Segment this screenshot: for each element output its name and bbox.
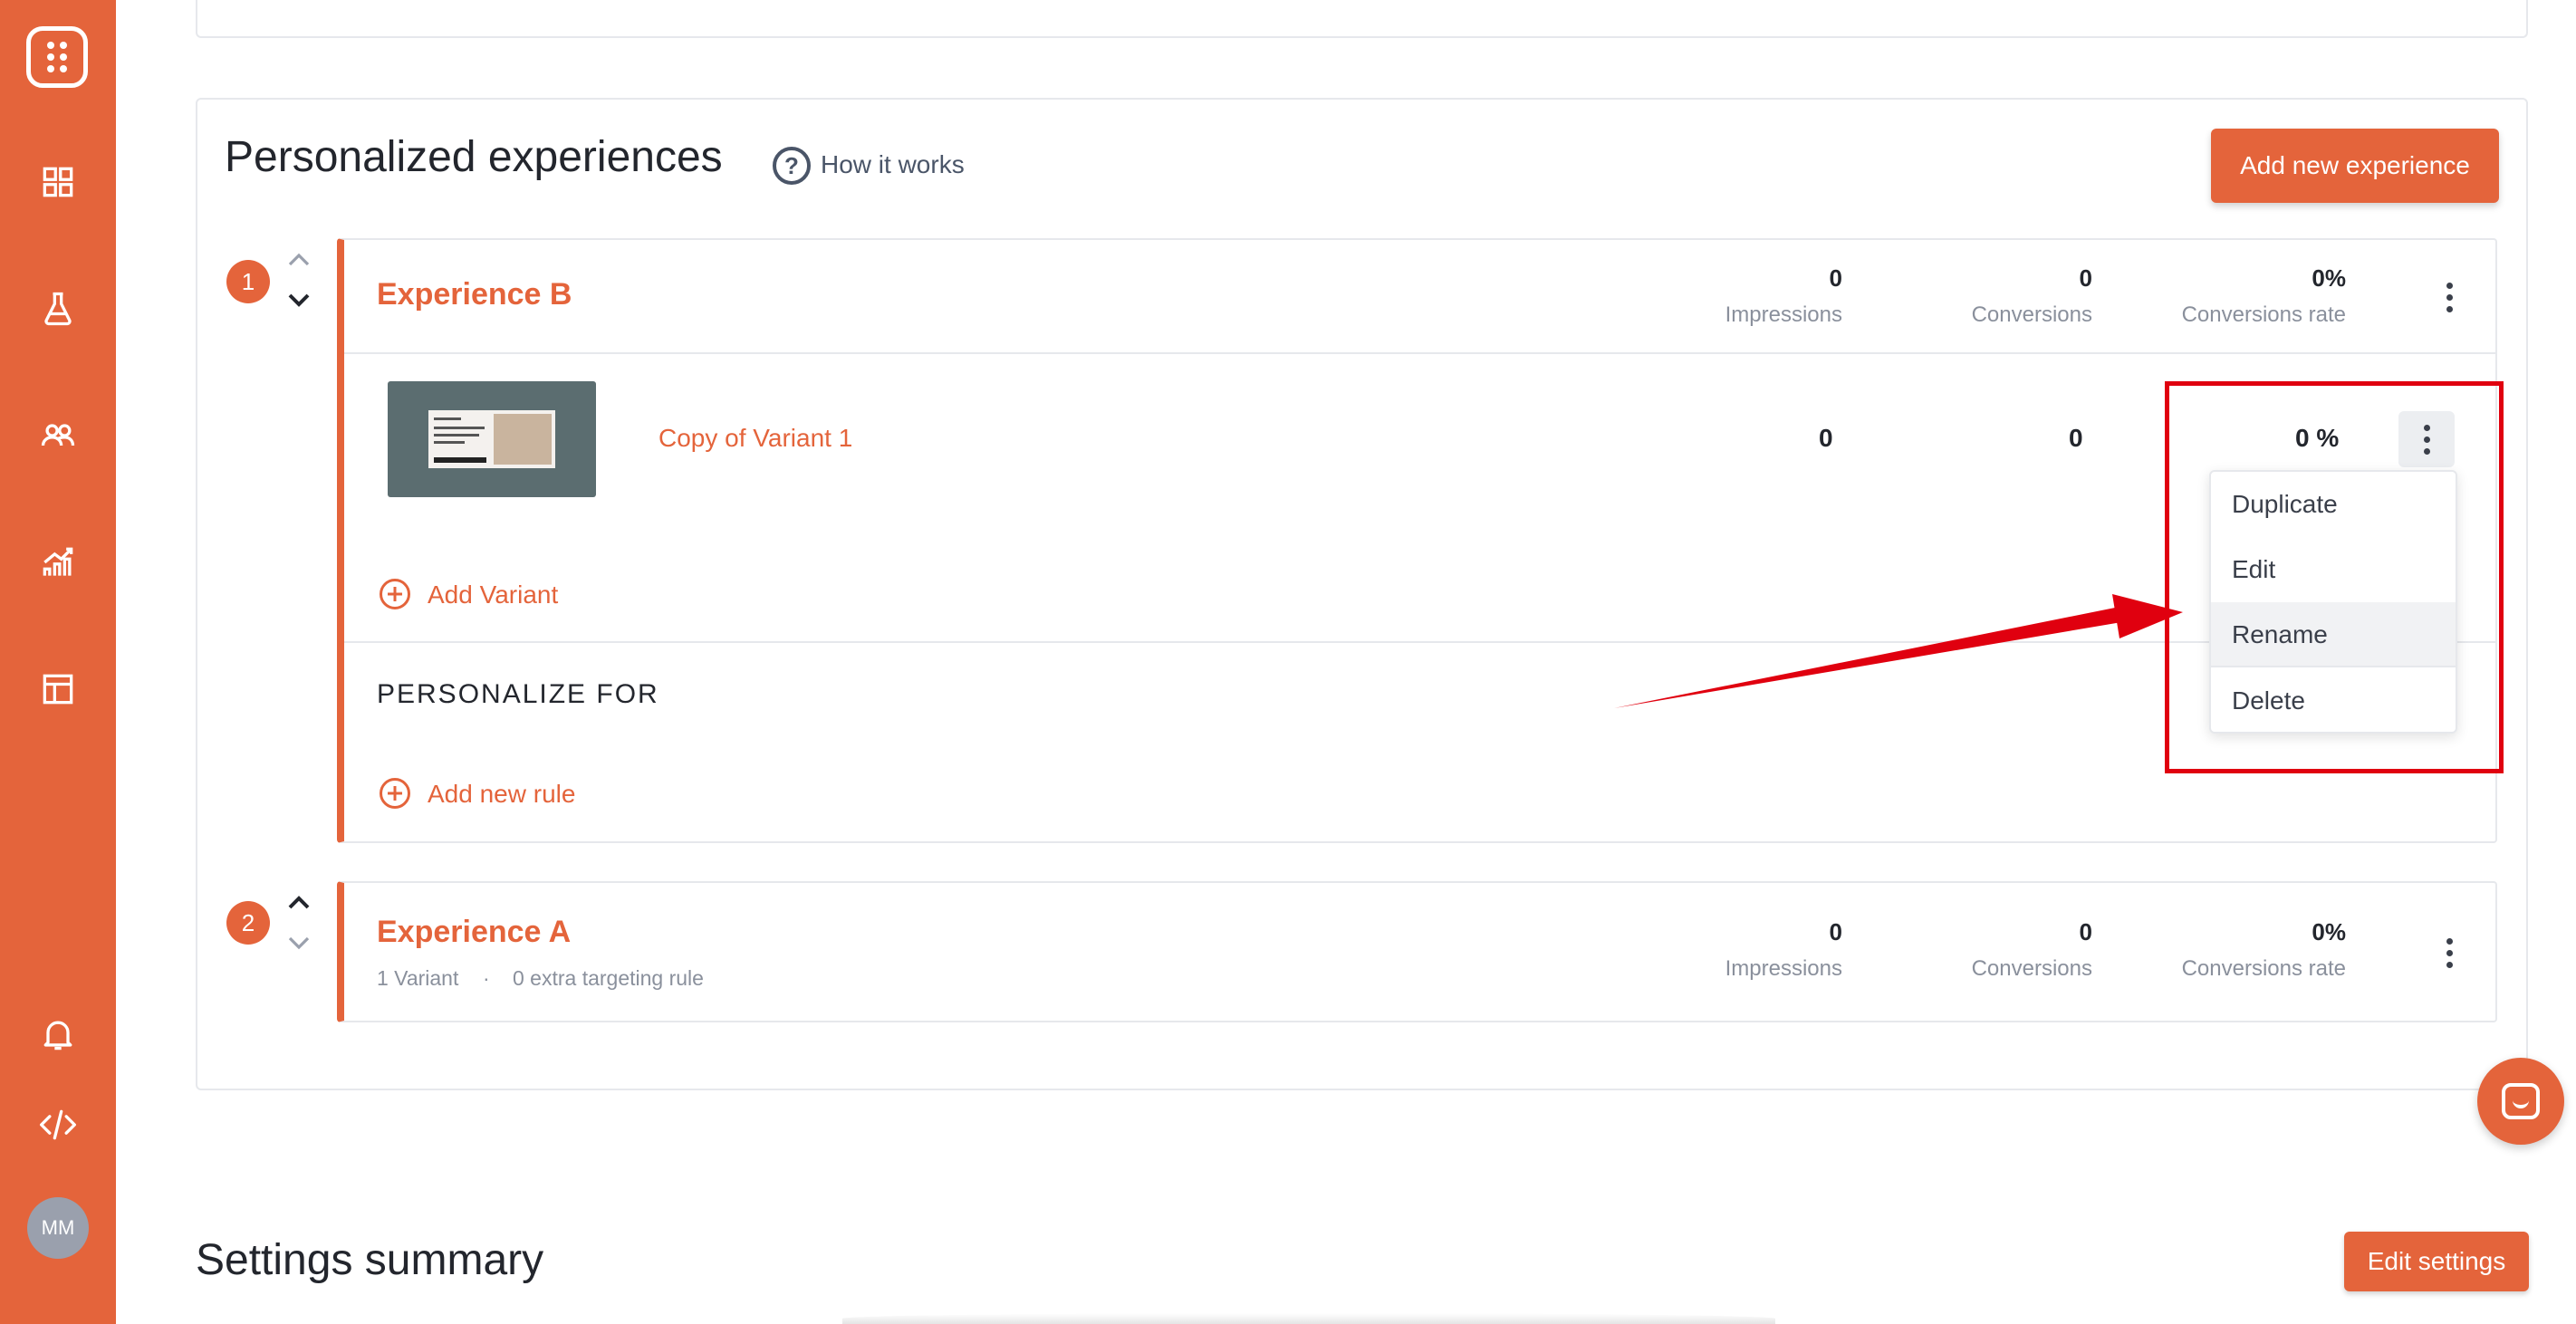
conversion-rate-label: Conversions rate: [2181, 956, 2346, 981]
add-new-rule-link[interactable]: Add new rule: [428, 780, 575, 809]
flask-icon[interactable]: [33, 283, 83, 334]
conversions-label: Conversions: [1971, 302, 2092, 327]
settings-summary-title: Settings summary: [196, 1236, 544, 1284]
bell-icon[interactable]: [33, 1009, 83, 1060]
move-down-icon[interactable]: [283, 931, 315, 956]
conversions-value: 0: [2079, 264, 2092, 292]
variant-thumbnail[interactable]: [388, 381, 596, 497]
conversions-label: Conversions: [1971, 956, 2092, 981]
users-icon[interactable]: [33, 410, 83, 461]
impressions-value: 0: [1829, 918, 1842, 945]
conversions-value: 0: [2079, 918, 2092, 945]
move-up-icon[interactable]: [283, 889, 315, 915]
experience-index-badge: 2: [226, 901, 270, 945]
add-rule-plus-icon[interactable]: [380, 778, 410, 809]
code-icon[interactable]: [33, 1099, 83, 1150]
how-it-works-link[interactable]: How it works: [821, 150, 965, 179]
targeting-rule-count: 0 extra targeting rule: [513, 966, 704, 990]
experience-more-icon[interactable]: [2431, 272, 2467, 322]
divider: [344, 352, 2495, 354]
conversion-rate-value: 0%: [2312, 918, 2346, 945]
variant-conversions-value: 0: [2069, 424, 2083, 452]
chat-icon: [2502, 1083, 2540, 1119]
dashboard-icon[interactable]: [33, 157, 83, 207]
experience-card: [337, 881, 2497, 1022]
move-up-icon[interactable]: [283, 246, 315, 272]
variant-impressions-value: 0: [1819, 424, 1833, 452]
layout-icon[interactable]: [33, 664, 83, 715]
impressions-label: Impressions: [1725, 302, 1842, 327]
add-variant-plus-icon[interactable]: [380, 579, 410, 609]
personalize-for-heading: PERSONALIZE FOR: [377, 679, 659, 709]
conversion-rate-value: 0%: [2312, 264, 2346, 292]
help-circle-icon[interactable]: ?: [773, 147, 811, 185]
add-variant-link[interactable]: Add Variant: [428, 580, 558, 609]
experience-name[interactable]: Experience B: [377, 277, 572, 312]
variant-name-link[interactable]: Copy of Variant 1: [658, 424, 852, 453]
variant-count: 1 Variant: [377, 966, 459, 990]
conversion-rate-label: Conversions rate: [2181, 302, 2346, 327]
add-new-experience-button[interactable]: Add new experience: [2211, 129, 2499, 203]
impressions-value: 0: [1829, 264, 1842, 292]
bottom-shadow: [842, 1313, 1775, 1324]
section-title: Personalized experiences: [225, 133, 723, 181]
experience-index-badge: 1: [226, 260, 270, 303]
meta-separator: ·: [483, 966, 490, 990]
annotation-highlight-box: [2165, 381, 2504, 773]
avatar[interactable]: MM: [27, 1197, 89, 1259]
analytics-icon[interactable]: [33, 537, 83, 588]
experience-more-icon[interactable]: [2431, 927, 2467, 978]
sidebar: MM: [0, 0, 116, 1324]
experience-name[interactable]: Experience A: [377, 915, 571, 950]
logo-icon[interactable]: [26, 26, 88, 88]
impressions-label: Impressions: [1725, 956, 1842, 981]
top-card: [196, 0, 2528, 38]
edit-settings-button[interactable]: Edit settings: [2344, 1232, 2529, 1291]
chat-launcher-button[interactable]: [2477, 1058, 2564, 1145]
move-down-icon[interactable]: [283, 288, 315, 313]
